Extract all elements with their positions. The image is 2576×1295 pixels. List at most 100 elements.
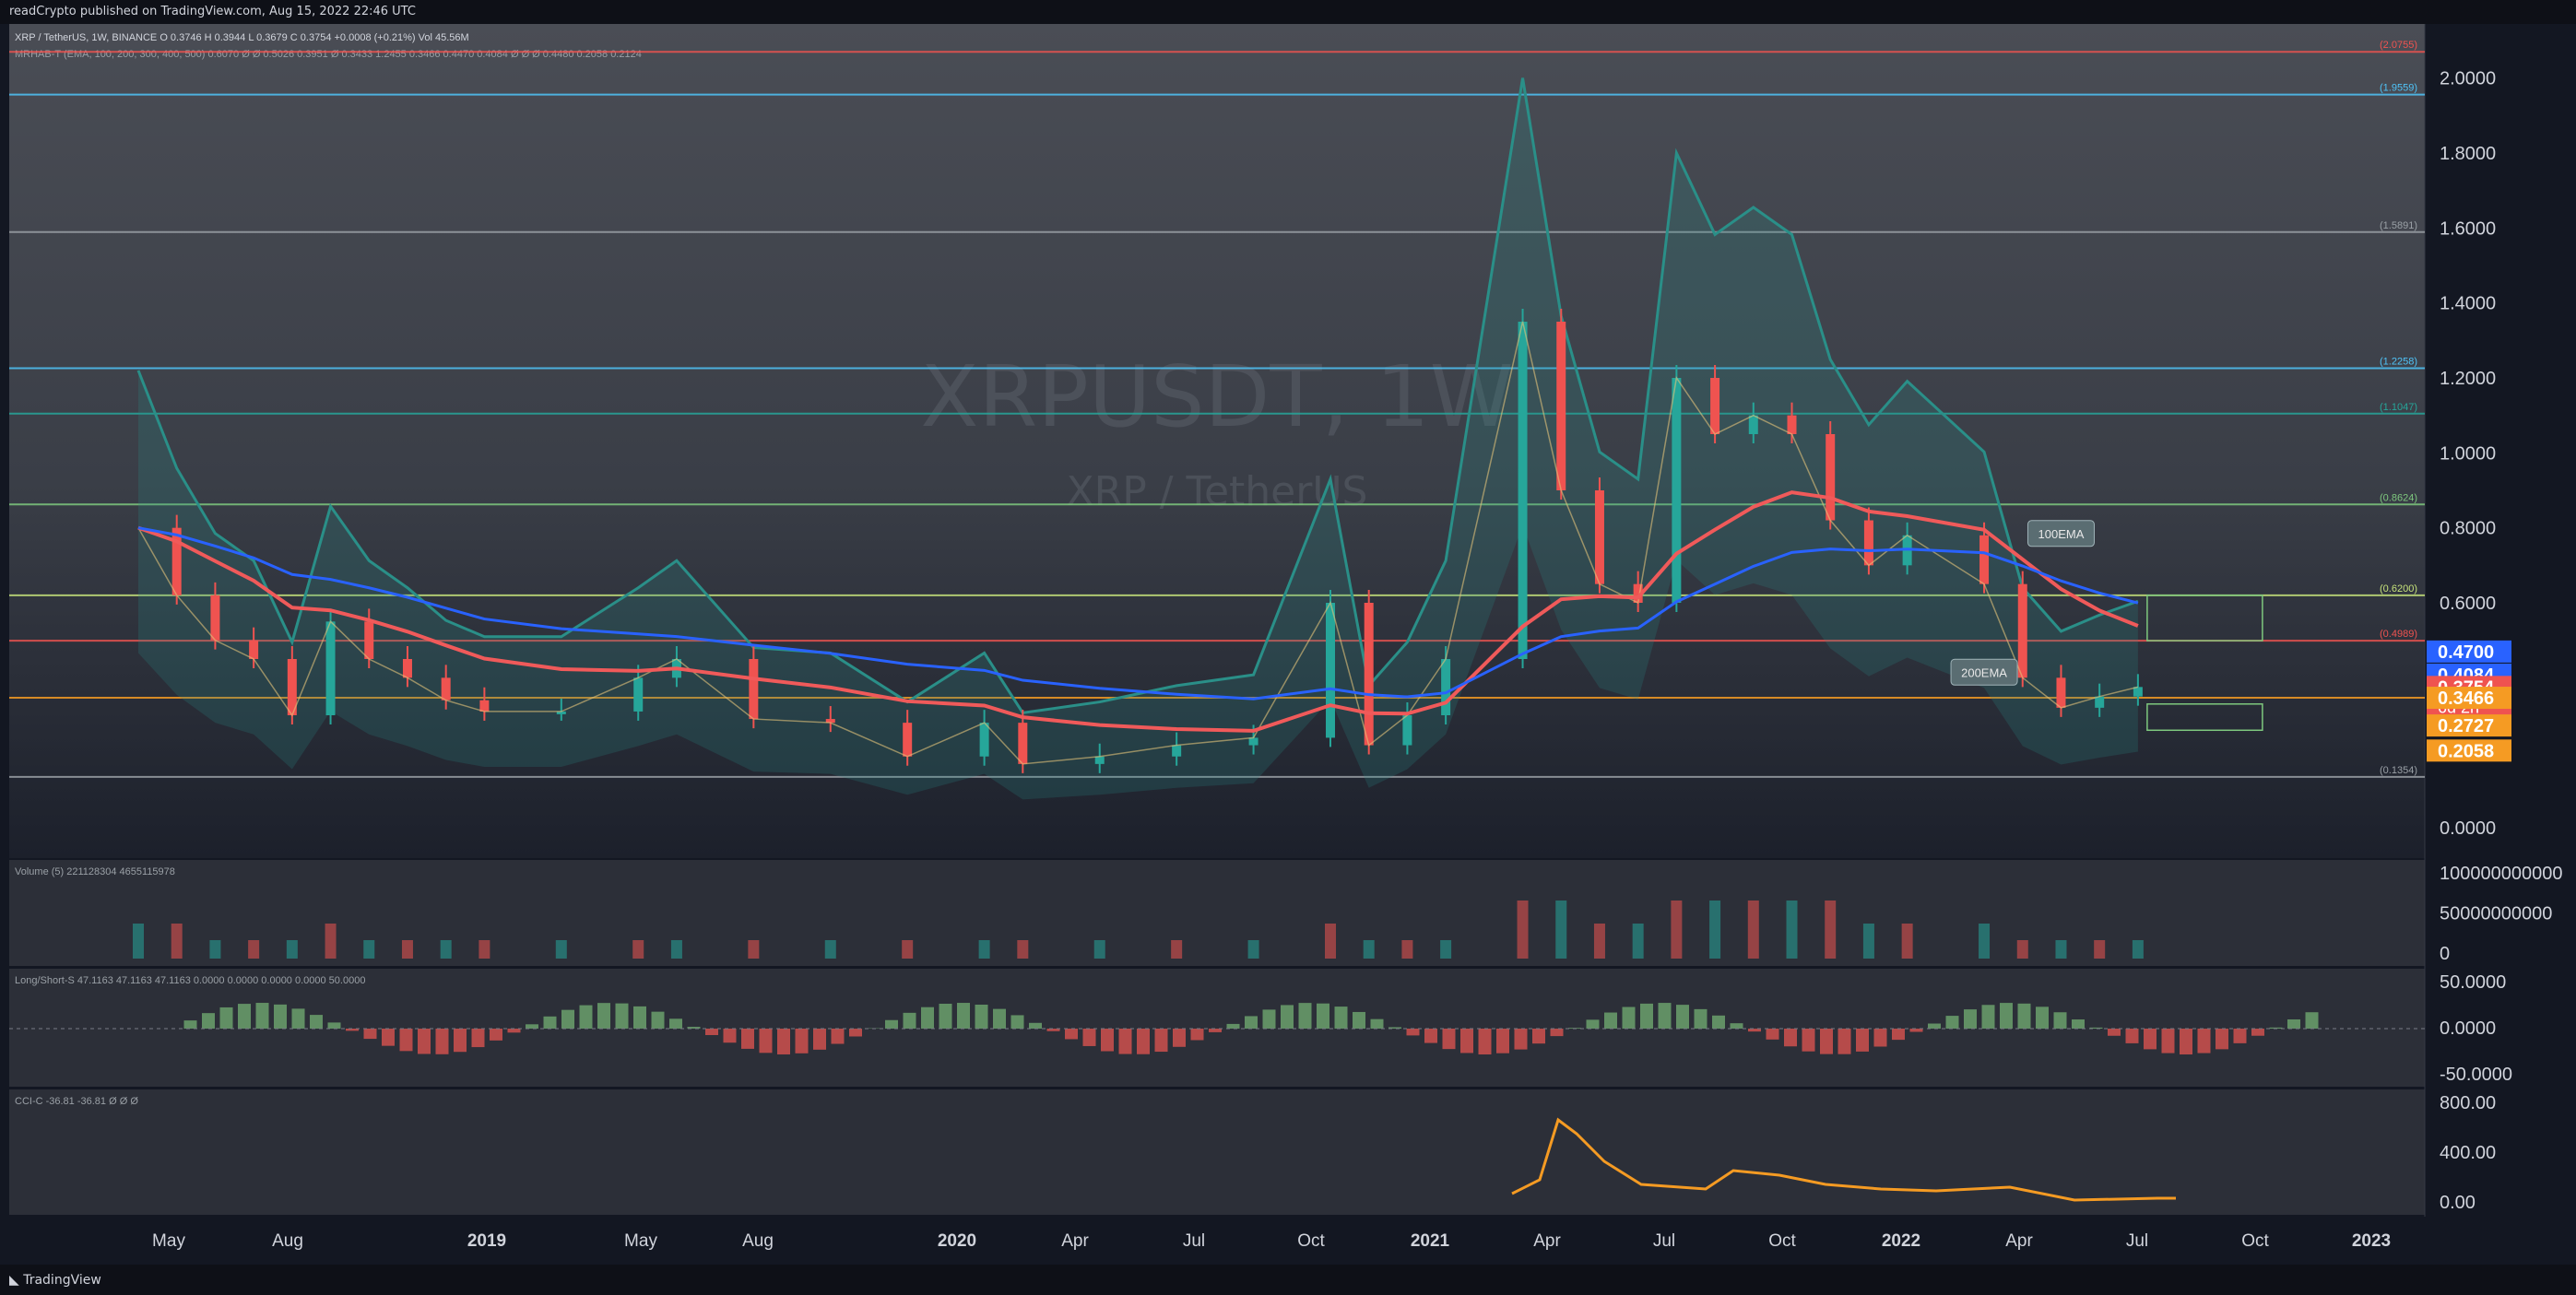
longshort-bar <box>615 1003 629 1029</box>
pane-header: Long/Short-S 47.1163 47.1163 47.1163 0.0… <box>15 975 365 986</box>
x-tick-label: 2020 <box>938 1231 976 1251</box>
longshort-bar <box>759 1029 773 1054</box>
y-tick-label: 0.6000 <box>2440 594 2496 614</box>
candle-body <box>1979 535 1990 584</box>
price-label-text: 0.2727 <box>2438 716 2494 736</box>
longshort-bar <box>1604 1012 1617 1029</box>
longshort-bar <box>1334 1007 1348 1029</box>
longshort-bar <box>1784 1029 1797 1047</box>
candle-body <box>210 595 220 641</box>
volume-bar <box>248 940 260 959</box>
longshort-bar <box>219 1007 233 1029</box>
longshort-bar <box>2233 1029 2247 1043</box>
volume-bar <box>1440 940 1452 959</box>
longshort-bar <box>1442 1029 1456 1050</box>
longshort-bar <box>1532 1029 1545 1044</box>
volume-bar <box>401 940 413 959</box>
longshort-bar <box>202 1013 215 1029</box>
longshort-bar <box>274 1004 287 1029</box>
candle-body <box>364 621 374 659</box>
volume-bar <box>1632 924 1644 959</box>
longshort-bar <box>975 1004 988 1029</box>
y-tick-label: 1.6000 <box>2440 218 2496 239</box>
y-tick-label: 2.0000 <box>2440 69 2496 89</box>
x-tick-label: 2019 <box>467 1231 506 1251</box>
longshort-bar <box>885 1019 898 1029</box>
price-label-text: 0.2058 <box>2438 741 2494 761</box>
longshort-bar <box>526 1024 538 1029</box>
candle-body <box>1672 378 1682 603</box>
x-tick-label: May <box>624 1231 657 1251</box>
volume-bar <box>1747 901 1759 959</box>
brand-text: TradingView <box>23 1273 101 1288</box>
longshort-bar <box>1514 1029 1528 1050</box>
x-tick-label: Oct <box>2241 1231 2269 1251</box>
pane-y-tick: 50000000000 <box>2440 904 2552 924</box>
candle-body <box>903 723 913 757</box>
longshort-bar <box>1658 1003 1672 1029</box>
volume-bar <box>1324 924 1336 959</box>
tradingview-logo[interactable]: ◣ TradingView <box>9 1273 101 1288</box>
volume-bar <box>632 940 644 959</box>
level-label: (1.1047) <box>2380 402 2417 413</box>
longshort-bar <box>327 1022 341 1029</box>
x-tick-label: Apr <box>2005 1231 2033 1251</box>
longshort-bar <box>1065 1029 1078 1040</box>
x-tick-label: 2021 <box>1411 1231 1450 1251</box>
candle-body <box>1325 603 1335 738</box>
longshort-bar <box>490 1029 502 1041</box>
price-chart[interactable]: XRPUSDT, 1W XRP / TetherUS XRP / TetherU… <box>0 0 2576 1265</box>
longshort-bar <box>579 1005 593 1029</box>
price-label-text: 0.3466 <box>2438 689 2494 709</box>
longshort-bar <box>957 1003 970 1029</box>
volume-bar <box>286 940 298 959</box>
candle-body <box>633 677 644 712</box>
longshort-bar <box>777 1029 790 1054</box>
longshort-bar <box>795 1029 809 1054</box>
y-tick-label: 1.8000 <box>2440 144 2496 164</box>
longshort-bar <box>2017 1003 2031 1029</box>
volume-bar <box>2055 940 2067 959</box>
volume-bar <box>1093 940 1105 959</box>
longshort-bar <box>2287 1018 2300 1029</box>
longshort-bar <box>1317 1003 1329 1029</box>
longshort-bar <box>1820 1029 1833 1054</box>
longshort-bar <box>1909 1029 1923 1032</box>
volume-bar <box>1171 940 1183 959</box>
volume-bar <box>1363 940 1375 959</box>
longshort-bar <box>2108 1029 2121 1036</box>
longshort-bar <box>2197 1029 2211 1054</box>
candle-body <box>441 677 451 700</box>
longshort-bar <box>831 1029 845 1044</box>
legend-main: XRP / TetherUS, 1W, BINANCE O 0.3746 H 0… <box>15 32 469 43</box>
longshort-bar <box>2305 1012 2319 1029</box>
x-tick-label: Apr <box>1061 1231 1089 1251</box>
candle-body <box>1248 737 1258 746</box>
candle-body <box>2056 677 2066 708</box>
watermark-symbol: XRPUSDT, 1W <box>920 347 1513 446</box>
level-label: (0.4989) <box>2380 629 2417 640</box>
longshort-bar <box>903 1012 916 1029</box>
candle-body <box>1441 659 1451 715</box>
x-tick-label: Aug <box>742 1231 774 1251</box>
level-label: (0.1354) <box>2380 765 2417 776</box>
candle-body <box>1518 322 1528 659</box>
x-tick-label: Jul <box>1183 1231 1205 1251</box>
longshort-bar <box>1981 1005 1995 1029</box>
longshort-bar <box>1478 1029 1492 1054</box>
candle-body <box>749 659 759 720</box>
longshort-bar <box>1945 1016 1959 1029</box>
longshort-bar <box>1029 1022 1042 1029</box>
level-label: (1.2258) <box>2380 357 2417 368</box>
longshort-bar <box>183 1020 197 1029</box>
volume-bar <box>1671 901 1683 959</box>
longshort-bar <box>1209 1029 1222 1032</box>
volume-bar <box>1247 940 1259 959</box>
longshort-bar <box>1262 1009 1276 1029</box>
longshort-bar <box>1640 1003 1653 1029</box>
longshort-bar <box>921 1007 934 1029</box>
longshort-bar <box>1712 1015 1725 1029</box>
longshort-bar <box>363 1029 377 1040</box>
longshort-bar <box>2161 1029 2175 1054</box>
candle-body <box>1748 415 1758 434</box>
